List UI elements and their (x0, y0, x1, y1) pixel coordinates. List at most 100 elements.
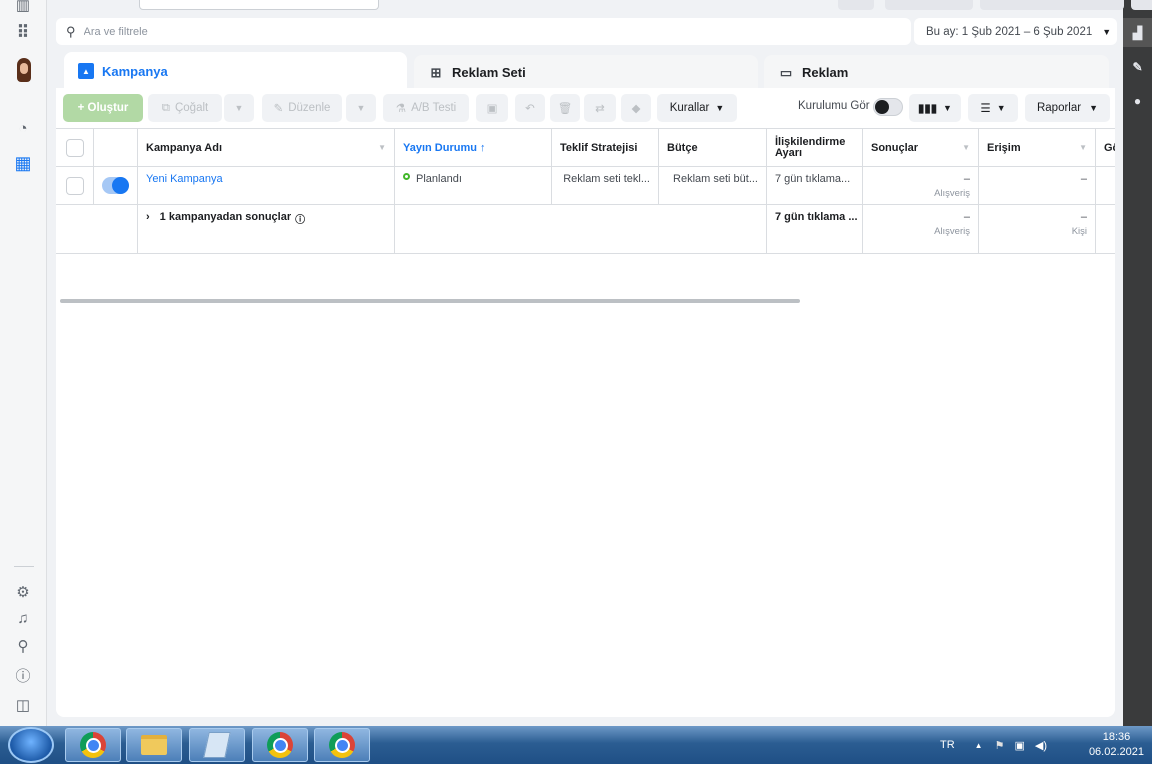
avatar[interactable] (17, 58, 31, 82)
summary-results-value: – (963, 211, 970, 223)
horizontal-scrollbar[interactable] (60, 299, 800, 303)
summary-reach-cell: – Kişi (979, 205, 1096, 253)
tray-expand-icon[interactable]: ▲ (975, 741, 983, 750)
settings-gear-icon[interactable]: ⚙ (12, 581, 34, 603)
breakdown-button[interactable]: ☰ ▼ (968, 94, 1018, 122)
view-setup-label: Kurulumu Gör (798, 100, 870, 112)
volume-icon[interactable]: ◀) (1035, 739, 1047, 752)
taskbar-explorer[interactable] (126, 728, 182, 762)
chevron-right-icon: › (146, 211, 150, 223)
tab-campaign[interactable]: ▲ Kampanya (64, 52, 407, 90)
refresh-button[interactable] (838, 0, 874, 10)
campaign-name-cell: Yeni Kampanya (138, 167, 395, 204)
create-button[interactable]: + Oluştur (63, 94, 143, 122)
search-input[interactable] (83, 25, 784, 38)
export-button[interactable]: ⇄ (584, 94, 616, 122)
history-clock-icon[interactable]: ● (1123, 86, 1152, 115)
notifications-bell-icon[interactable]: ♫ (12, 607, 34, 629)
toggle-header (94, 129, 138, 166)
cut-cell (1096, 167, 1115, 204)
help-icon[interactable]: ⓘ (12, 664, 34, 686)
level-tabs: ▲ Kampanya ⊞ Reklam Seti ▭ Reklam (56, 52, 1115, 90)
column-header-cut[interactable]: Gö (1096, 129, 1115, 166)
view-setup-toggle[interactable] (873, 98, 903, 116)
campaign-panel: + Oluştur ⧉ Çoğalt ▼ ✎ Düzenle ▼ ⚗ A/B T… (56, 88, 1115, 717)
duplicate-button[interactable]: ⧉ Çoğalt (148, 94, 222, 122)
ad-account-icon[interactable]: ▥ (12, 0, 34, 16)
chevron-down-icon: ▼ (1102, 26, 1112, 37)
discard-button[interactable] (885, 0, 973, 10)
campaign-on-off-toggle[interactable] (102, 177, 129, 194)
taskbar-notepad[interactable] (189, 728, 245, 762)
windows-taskbar: TR ▲ ⚑ ▣ ◀) 18:36 06.02.2021 (0, 726, 1152, 764)
column-header-reach[interactable]: Erişim ▼ (979, 129, 1096, 166)
tag-button[interactable]: ◆ (621, 94, 651, 122)
dashboard-gauge-icon[interactable]: ◔ (12, 117, 34, 139)
edit-pencil-icon[interactable]: ✎ (1123, 52, 1152, 81)
reports-button[interactable]: Raporlar ▼ (1025, 94, 1110, 122)
chart-icon[interactable]: ▟ (1123, 18, 1152, 47)
edit-dropdown-button[interactable]: ▼ (346, 94, 376, 122)
campaign-folder-icon: ▲ (78, 63, 94, 79)
column-header-name[interactable]: Kampanya Adı ▼ (138, 129, 395, 166)
chevron-down-icon: ▼ (356, 103, 366, 113)
tab-ad-set[interactable]: ⊞ Reklam Seti (414, 55, 758, 90)
column-header-delivery[interactable]: Yayın Durumu ↑ (395, 129, 552, 166)
delete-button[interactable]: 🗑 (550, 94, 580, 122)
tab-ad[interactable]: ▭ Reklam (764, 55, 1109, 90)
undo-icon: ↶ (525, 103, 535, 115)
breakdown-icon: ☰ (980, 103, 991, 115)
status-dot-icon (403, 173, 410, 180)
start-button[interactable] (8, 727, 54, 763)
column-header-bid-strategy[interactable]: Teklif Stratejisi (552, 129, 659, 166)
top-header-stub (47, 0, 1152, 12)
tab-label: Kampanya (102, 63, 168, 79)
rules-button[interactable]: Kurallar ▼ (657, 94, 737, 122)
column-header-label: Sonuçlar (871, 141, 919, 154)
column-header-budget[interactable]: Bütçe (659, 129, 767, 166)
language-indicator[interactable]: TR (940, 739, 955, 751)
taskbar-chrome-2[interactable] (252, 728, 308, 762)
ads-manager-table-icon[interactable]: ▦ (12, 152, 34, 174)
reach-cell: – (979, 167, 1096, 204)
clipboard-icon: ▣ (486, 103, 498, 115)
date-range-picker[interactable]: Bu ay: 1 Şub 2021 – 6 Şub 2021 ▼ (914, 18, 1117, 45)
summary-label-cell[interactable]: › 1 kampanyadan sonuçlar ⓘ (138, 205, 395, 253)
edit-button[interactable]: ✎ Düzenle (262, 94, 342, 122)
delivery-status: Planlandı (416, 173, 462, 185)
action-center-flag-icon[interactable]: ⚑ (995, 739, 1005, 752)
rules-label: Kurallar (669, 102, 710, 114)
taskbar-chrome-3[interactable] (314, 728, 370, 762)
row-checkbox[interactable] (65, 176, 84, 195)
ad-set-grid-icon: ⊞ (430, 64, 442, 80)
search-icon: ⚲ (66, 23, 76, 39)
system-clock[interactable]: 18:36 06.02.2021 (1089, 730, 1144, 760)
duplicate-dropdown-button[interactable]: ▼ (224, 94, 254, 122)
search-bar[interactable]: ⚲ (56, 18, 911, 45)
rail-divider (14, 566, 34, 567)
chrome-icon (80, 732, 106, 758)
column-header-results[interactable]: Sonuçlar ▼ (863, 129, 979, 166)
folder-icon (141, 735, 167, 755)
table-row[interactable]: Yeni Kampanya Planlandı Reklam seti tekl… (56, 167, 1115, 205)
columns-button[interactable]: ▮▮▮ ▼ (909, 94, 961, 122)
campaign-name-link[interactable]: Yeni Kampanya (146, 173, 223, 185)
summary-label: 1 kampanyadan sonuçlar (159, 211, 292, 223)
more-button[interactable] (1131, 0, 1152, 10)
apps-grid-icon[interactable]: ⠿ (12, 22, 34, 44)
review-publish-button[interactable] (980, 0, 1124, 10)
network-icon[interactable]: ▣ (1014, 739, 1024, 752)
info-icon: ⓘ (295, 215, 306, 226)
ab-test-button[interactable]: ⚗ A/B Testi (383, 94, 469, 122)
search-icon[interactable]: ⚲ (12, 635, 34, 657)
column-header-attribution[interactable]: İlişkilendirme Ayarı (767, 129, 863, 166)
account-selector[interactable] (139, 0, 379, 10)
undo-button[interactable]: ↶ (515, 94, 545, 122)
chrome-icon (267, 732, 293, 758)
collapse-panel-icon[interactable]: ◫ (12, 694, 34, 716)
ab-test-label: A/B Testi (411, 102, 457, 114)
table-header-row: Kampanya Adı ▼ Yayın Durumu ↑ Teklif Str… (56, 128, 1115, 167)
clipboard-button[interactable]: ▣ (476, 94, 508, 122)
taskbar-chrome-1[interactable] (65, 728, 121, 762)
select-all-checkbox[interactable] (65, 138, 84, 157)
